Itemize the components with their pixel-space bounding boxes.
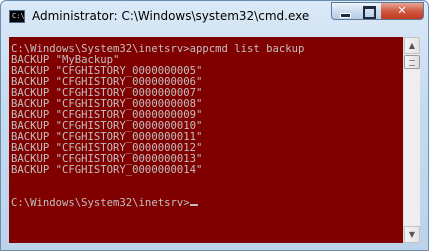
scroll-down-icon: ▼ xyxy=(408,230,416,239)
cmd-icon-text: C:\ xyxy=(12,12,25,20)
scroll-up-icon: ▲ xyxy=(408,41,416,50)
vertical-scrollbar[interactable]: ▲ ▼ xyxy=(403,37,420,243)
scroll-down-button[interactable]: ▼ xyxy=(404,226,420,243)
maximize-icon xyxy=(363,6,376,19)
console-prompt-line[interactable]: C:\Windows\System32\inetsrv> xyxy=(11,198,198,209)
maximize-button[interactable] xyxy=(356,2,382,20)
minimize-button[interactable] xyxy=(331,2,357,20)
scroll-up-button[interactable]: ▲ xyxy=(404,37,420,54)
console-prompt: C:\Windows\System32\inetsrv> xyxy=(11,197,190,209)
close-button[interactable]: ✕ xyxy=(381,2,424,20)
text-cursor xyxy=(189,204,198,206)
console-output[interactable]: C:\Windows\System32\inetsrv>appcmd list … xyxy=(9,37,403,243)
minimize-icon xyxy=(340,13,351,18)
console-line: BACKUP "CFGHISTORY_0000000014" xyxy=(11,164,203,176)
window-title: Administrator: C:\Windows\system32\cmd.e… xyxy=(32,9,310,23)
cmd-icon[interactable]: C:\ xyxy=(9,10,25,23)
close-icon: ✕ xyxy=(397,4,407,17)
cmd-window: C:\ Administrator: C:\Windows\system32\c… xyxy=(0,0,429,251)
scroll-thumb[interactable] xyxy=(404,55,420,69)
title-bar[interactable]: C:\ Administrator: C:\Windows\system32\c… xyxy=(1,1,428,37)
